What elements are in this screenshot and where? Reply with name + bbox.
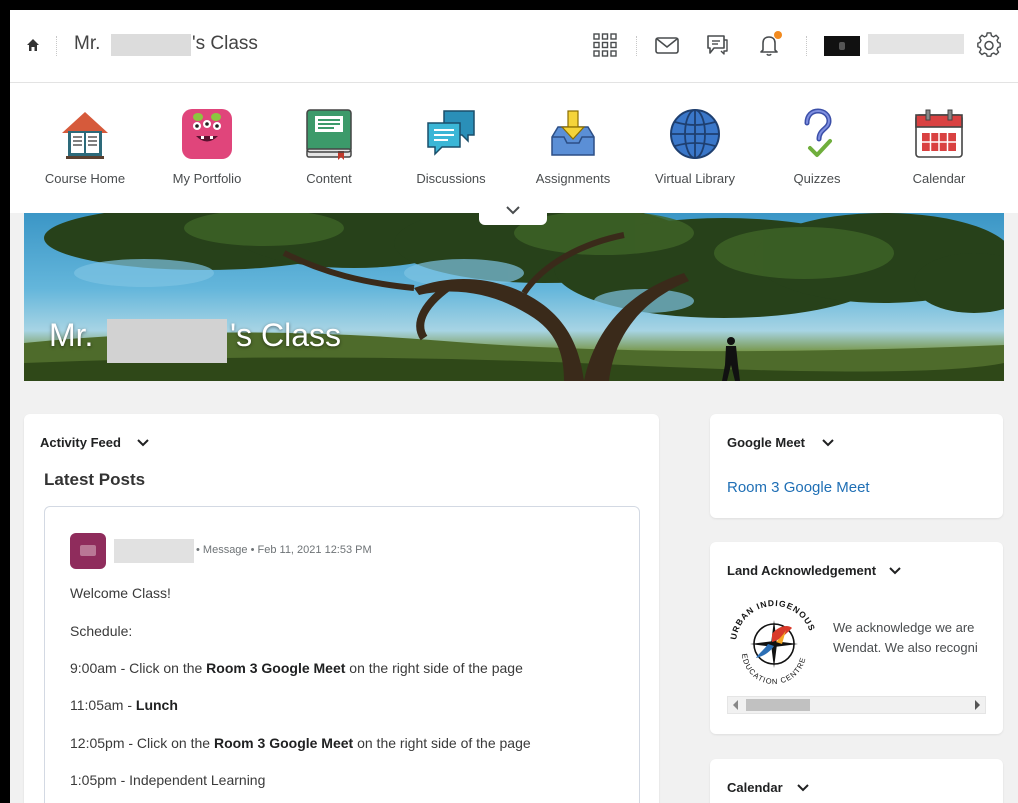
mail-icon[interactable] (654, 32, 680, 58)
house-icon (62, 112, 108, 159)
nav-calendar[interactable]: Calendar (879, 107, 999, 186)
calendar-icon (915, 109, 963, 158)
scroll-left-arrow-icon[interactable] (733, 700, 738, 710)
land-acknowledgement-text: We acknowledge we are Wendat. We also re… (833, 620, 978, 655)
home-icon[interactable] (26, 38, 40, 52)
widget-title: Calendar (727, 780, 783, 795)
google-meet-link[interactable]: Room 3 Google Meet (727, 479, 870, 496)
globe-icon (670, 109, 720, 159)
banner-title-prefix: Mr. (49, 317, 94, 353)
google-meet-widget: Google Meet Room 3 Google Meet (710, 414, 1003, 518)
divider (636, 36, 637, 56)
post-meta: • Message • Feb 11, 2021 12:53 PM (196, 544, 372, 556)
widget-title: Land Acknowledgement (727, 563, 877, 578)
schedule-line: 9:00am - Click on the Room 3 Google Meet… (70, 660, 523, 676)
nav-label: Assignments (535, 171, 611, 186)
calendar-widget: Calendar (710, 759, 1003, 803)
nav-course-home[interactable]: Course Home (25, 107, 145, 186)
dropbox-tray-icon (551, 110, 595, 156)
divider (56, 36, 57, 56)
nav-label: Virtual Library (655, 171, 735, 186)
navbar-collapse-toggle[interactable] (479, 201, 547, 225)
chevron-down-icon[interactable] (796, 783, 810, 793)
chevron-down-icon (506, 206, 520, 215)
schedule-line: 12:05pm - Click on the Room 3 Google Mee… (70, 735, 531, 751)
chevron-down-icon[interactable] (136, 438, 150, 448)
discussion-bubbles-icon (427, 110, 475, 156)
gear-icon[interactable] (976, 32, 1002, 58)
nav-my-portfolio[interactable]: My Portfolio (147, 107, 267, 186)
user-avatar[interactable] (824, 36, 860, 56)
redacted-teacher-name (111, 34, 191, 56)
land-acknowledgement-widget: Land Acknowledgement URBAN INDIGENOUS ED… (710, 542, 1003, 734)
divider (806, 36, 807, 56)
widget-title: Google Meet (727, 435, 806, 450)
redacted-user-name[interactable] (868, 34, 964, 54)
course-banner: Mr. 's Class (24, 213, 1004, 381)
widget-title: Activity Feed (40, 435, 121, 450)
course-title-prefix[interactable]: Mr. (74, 33, 100, 55)
portfolio-monster-icon (182, 109, 232, 159)
nav-label: Calendar (912, 171, 966, 186)
nav-content[interactable]: Content (269, 107, 389, 186)
schedule-line: 11:05am - Lunch (70, 697, 178, 713)
nav-label: Discussions (416, 171, 486, 186)
latest-posts-heading: Latest Posts (44, 470, 146, 489)
activity-feed-widget: Activity Feed Latest Posts • Message • F… (24, 414, 659, 803)
nav-label: Course Home (44, 171, 126, 186)
post-author-avatar[interactable] (70, 533, 106, 569)
nav-label: My Portfolio (172, 171, 242, 186)
notification-dot (774, 31, 782, 39)
book-icon (306, 109, 352, 160)
chevron-down-icon[interactable] (888, 566, 902, 576)
nav-label: Content (306, 171, 352, 186)
app-grid-icon[interactable] (592, 32, 618, 58)
urban-indigenous-logo: URBAN INDIGENOUS EDUCATION CENTRE (728, 598, 816, 686)
chat-icon[interactable] (704, 32, 730, 58)
scrollbar-thumb[interactable] (746, 699, 810, 711)
scroll-right-arrow-icon[interactable] (975, 700, 980, 710)
post-greeting: Welcome Class! (70, 585, 171, 601)
redacted-author-name[interactable] (114, 539, 194, 563)
nav-virtual-library[interactable]: Virtual Library (635, 107, 755, 186)
browser-page: Mr. 's Class Course Home My Portfolio Co… (10, 10, 1018, 803)
redacted-teacher-name (107, 319, 227, 363)
chevron-down-icon[interactable] (821, 438, 835, 448)
course-title-suffix[interactable]: 's Class (192, 33, 258, 55)
banner-title-suffix: 's Class (230, 317, 342, 353)
nav-label: Quizzes (793, 171, 841, 186)
course-navbar: Course Home My Portfolio Content Discuss… (10, 83, 1018, 213)
nav-quizzes[interactable]: Quizzes (757, 107, 877, 186)
nav-discussions[interactable]: Discussions (391, 107, 511, 186)
feed-post: • Message • Feb 11, 2021 12:53 PM Welcom… (44, 506, 640, 803)
nav-assignments[interactable]: Assignments (513, 107, 633, 186)
top-bar: Mr. 's Class (10, 10, 1018, 83)
question-check-icon (804, 108, 832, 157)
horizontal-scrollbar[interactable] (727, 696, 986, 714)
schedule-line: 1:05pm - Independent Learning (70, 772, 266, 788)
post-schedule-label: Schedule: (70, 623, 133, 639)
